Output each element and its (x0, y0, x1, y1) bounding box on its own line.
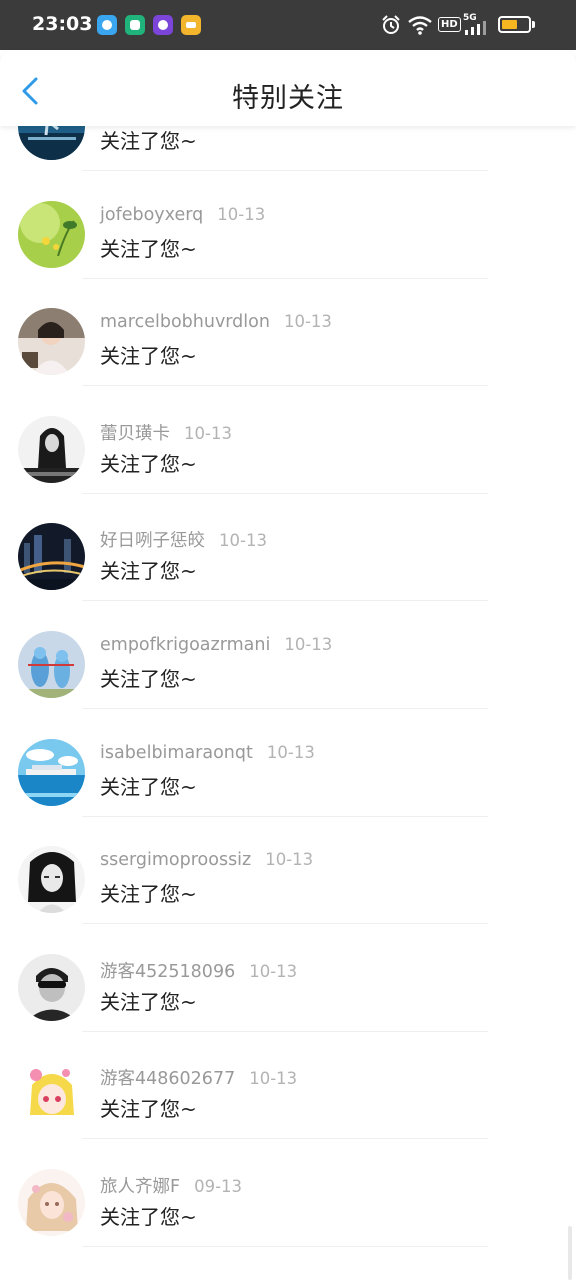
user-name-line: marcelbobhuvrdlon 10-13 (100, 312, 332, 332)
user-avatar[interactable] (18, 953, 85, 1021)
user-name: 好日咧子惩皎 (100, 531, 205, 552)
user-name: empofkrigoazrmani (100, 634, 271, 655)
battery-icon (498, 16, 531, 33)
notification-date: 10-13 (283, 312, 332, 332)
user-avatar[interactable] (18, 1061, 85, 1129)
status-bar: 23:03 HD 5G (0, 0, 576, 50)
notification-message: 关注了您~ (100, 774, 197, 799)
follow-notification-row[interactable]: ssergimoproossiz 10-13 关注了您~ (0, 809, 576, 925)
user-avatar[interactable] (18, 738, 85, 806)
user-avatar[interactable] (18, 630, 85, 698)
hd-voice-badge: HD (438, 17, 461, 32)
notification-date: 10-13 (266, 742, 315, 762)
follow-notification-row[interactable]: marcelbobhuvrdlon 10-13 关注了您~ (0, 271, 576, 387)
follow-notification-row[interactable]: 旅人齐娜F 09-13 关注了您~ (0, 1132, 576, 1247)
user-avatar[interactable] (18, 126, 85, 160)
notification-date: 10-13 (219, 531, 267, 551)
notification-message: 关注了您~ (100, 236, 197, 261)
user-name: 游客448602677 (100, 1069, 236, 1090)
notification-date: 09-13 (194, 1176, 243, 1196)
user-name-line: 游客448602677 10-13 (100, 1065, 297, 1090)
user-name: 蕾贝璜卡 (100, 423, 170, 444)
battery-level (502, 20, 517, 29)
user-name: jofeboyxerq (100, 204, 204, 225)
notification-date: 10-13 (249, 961, 298, 981)
user-name-line: 游客452518096 10-13 (100, 958, 297, 983)
user-name-line: empofkrigoazrmani 10-13 (100, 635, 332, 655)
notification-message: 关注了您~ (100, 1204, 197, 1229)
user-name-line: jofeboyxerq 10-13 (100, 205, 265, 225)
qq-browser-icon (97, 15, 117, 35)
user-name-line: isabelbimaraonqt 10-13 (100, 743, 315, 763)
user-name-line: 蕾贝璜卡 10-13 (100, 420, 232, 445)
user-name: 游客452518096 (100, 961, 236, 982)
notification-date: 10-13 (249, 1069, 298, 1089)
notification-date: 10-13 (217, 204, 266, 224)
follow-notification-row[interactable]: 游客139022786010-13 关注了您~ (0, 126, 576, 171)
wechat-app-icon (125, 15, 145, 35)
alarm-clock-icon (382, 15, 400, 34)
notification-date: 10-13 (284, 634, 333, 654)
user-avatar[interactable] (18, 1168, 85, 1236)
page-title: 特别关注 (232, 83, 344, 114)
follow-notification-row[interactable]: isabelbimaraonqt 10-13 关注了您~ (0, 702, 576, 817)
row-divider (82, 1245, 488, 1247)
notification-message: 关注了您~ (100, 129, 197, 153)
user-avatar[interactable] (18, 308, 85, 376)
wallet-app-icon (181, 15, 201, 35)
header-bar: 特别关注 (0, 50, 576, 126)
wifi-icon (408, 16, 432, 35)
follow-notification-row[interactable]: 游客448602677 10-13 关注了您~ (0, 1024, 576, 1140)
notification-message: 关注了您~ (100, 451, 197, 476)
follow-notification-row[interactable]: 好日咧子惩皎 10-13 关注了您~ (0, 486, 576, 602)
user-name: ssergimoproossiz (100, 850, 252, 871)
user-avatar[interactable] (18, 415, 85, 483)
user-avatar[interactable] (18, 846, 85, 914)
notification-message: 关注了您~ (100, 989, 197, 1014)
user-avatar[interactable] (18, 523, 85, 591)
follow-notification-row[interactable]: empofkrigoazrmani 10-13 关注了您~ (0, 594, 576, 709)
notification-message: 关注了您~ (100, 666, 197, 691)
notification-date: 10-13 (184, 423, 232, 443)
user-name-line: 好日咧子惩皎 10-13 (100, 527, 267, 552)
follow-notification-row[interactable]: 游客452518096 10-13 关注了您~ (0, 917, 576, 1032)
user-avatar[interactable] (18, 200, 85, 268)
notification-message: 关注了您~ (100, 1097, 197, 1122)
user-name: 旅人齐娜F (100, 1176, 181, 1197)
status-time: 23:03 (32, 13, 93, 35)
follow-notification-row[interactable]: 蕾贝璜卡 10-13 关注了您~ (0, 379, 576, 494)
user-name: isabelbimaraonqt (100, 742, 253, 763)
user-name-line: 旅人齐娜F 09-13 (100, 1173, 242, 1198)
notification-message: 关注了您~ (100, 559, 197, 584)
follow-notification-row[interactable]: jofeboyxerq 10-13 关注了您~ (0, 164, 576, 279)
telescope-app-icon (153, 15, 173, 35)
signal-strength-icon (465, 21, 486, 35)
battery-tip (532, 21, 535, 28)
notification-date: 10-13 (265, 850, 314, 870)
user-name: marcelbobhuvrdlon (100, 312, 270, 333)
user-name-line: ssergimoproossiz 10-13 (100, 850, 313, 870)
notification-message: 关注了您~ (100, 344, 197, 369)
notification-list[interactable]: 游客139022786010-13 关注了您~ jofeboyxerq 10-13… (0, 126, 576, 1280)
scrollbar[interactable] (568, 1226, 572, 1280)
notification-message: 关注了您~ (100, 882, 197, 907)
